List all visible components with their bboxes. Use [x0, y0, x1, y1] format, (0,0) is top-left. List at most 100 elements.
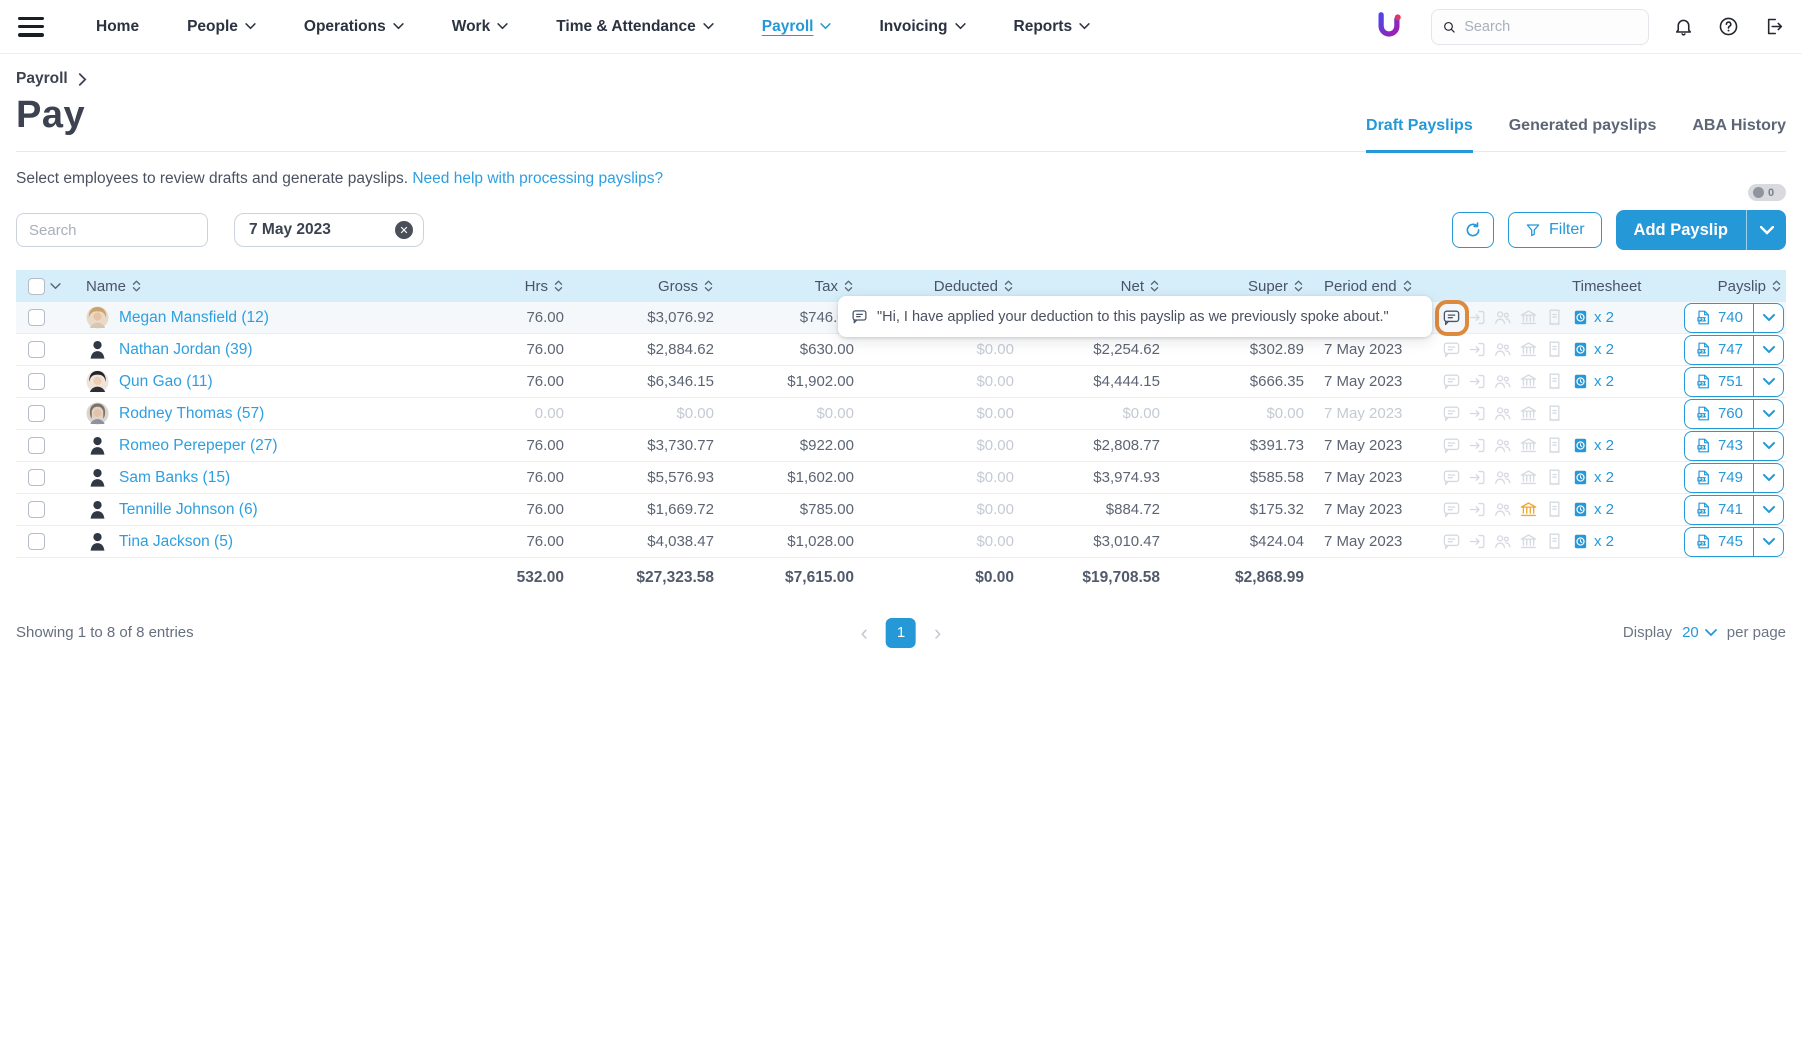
timesheet-cell[interactable]: x 2 [1564, 469, 1664, 486]
payslip-dropdown[interactable] [1753, 400, 1783, 428]
timesheet-cell[interactable]: x 2 [1564, 501, 1664, 518]
column-header-name[interactable]: Name [76, 278, 474, 295]
timesheet-cell[interactable]: x 2 [1564, 533, 1664, 550]
nav-item-operations[interactable]: Operations [304, 18, 404, 36]
comment-icon[interactable] [1442, 339, 1462, 361]
payslip-pdf-button[interactable]: 740 [1685, 304, 1753, 332]
hamburger-menu-icon[interactable] [18, 17, 44, 37]
people-icon[interactable] [1493, 339, 1513, 361]
employee-link[interactable]: Tennille Johnson (6) [119, 501, 258, 519]
receipt-icon[interactable] [1544, 531, 1564, 553]
nav-item-payroll[interactable]: Payroll [762, 18, 832, 36]
add-payslip-dropdown[interactable] [1746, 210, 1786, 250]
receipt-icon[interactable] [1544, 435, 1564, 457]
transfer-icon[interactable] [1468, 435, 1488, 457]
transfer-icon[interactable] [1468, 371, 1488, 393]
per-page-select[interactable]: 20 [1682, 624, 1717, 641]
logout-icon[interactable] [1763, 16, 1784, 37]
nav-item-people[interactable]: People [187, 18, 256, 36]
receipt-icon[interactable] [1544, 339, 1564, 361]
payslip-dropdown[interactable] [1753, 528, 1783, 556]
people-icon[interactable] [1493, 403, 1513, 425]
column-header-tax[interactable]: Tax [714, 278, 854, 295]
select-all-checkbox[interactable] [28, 278, 45, 295]
row-checkbox[interactable] [28, 309, 45, 326]
receipt-icon[interactable] [1544, 467, 1564, 489]
payslip-dropdown[interactable] [1753, 496, 1783, 524]
column-header-period-end[interactable]: Period end [1324, 278, 1436, 295]
comment-icon[interactable] [1442, 467, 1462, 489]
transfer-icon[interactable] [1468, 307, 1488, 329]
tab-aba-history[interactable]: ABA History [1692, 117, 1786, 153]
bank-icon[interactable] [1519, 307, 1539, 329]
pay-date-picker[interactable]: 7 May 2023 ✕ [234, 213, 424, 247]
employee-link[interactable]: Qun Gao (11) [119, 373, 213, 391]
next-page-icon[interactable]: › [934, 622, 941, 644]
timesheet-cell[interactable]: x 2 [1564, 373, 1664, 390]
filter-button[interactable]: Filter [1508, 212, 1602, 248]
timesheet-cell[interactable]: x 2 [1564, 341, 1664, 358]
help-link[interactable]: Need help with processing payslips? [412, 170, 663, 187]
receipt-icon[interactable] [1544, 307, 1564, 329]
transfer-icon[interactable] [1468, 339, 1488, 361]
global-search-input[interactable] [1464, 19, 1638, 35]
column-header-net[interactable]: Net [1014, 278, 1160, 295]
comment-icon[interactable] [1442, 371, 1462, 393]
receipt-icon[interactable] [1544, 371, 1564, 393]
payslip-dropdown[interactable] [1753, 464, 1783, 492]
comment-icon[interactable] [1442, 403, 1462, 425]
row-checkbox[interactable] [28, 533, 45, 550]
nav-item-time-attendance[interactable]: Time & Attendance [556, 18, 714, 36]
prev-page-icon[interactable]: ‹ [861, 622, 868, 644]
row-checkbox[interactable] [28, 437, 45, 454]
people-icon[interactable] [1493, 531, 1513, 553]
people-icon[interactable] [1493, 467, 1513, 489]
people-icon[interactable] [1493, 307, 1513, 329]
nav-item-reports[interactable]: Reports [1014, 18, 1091, 36]
employee-link[interactable]: Megan Mansfield (12) [119, 309, 269, 327]
row-checkbox[interactable] [28, 341, 45, 358]
payslip-pdf-button[interactable]: 760 [1685, 400, 1753, 428]
people-icon[interactable] [1493, 435, 1513, 457]
bell-icon[interactable] [1673, 16, 1694, 37]
payslip-dropdown[interactable] [1753, 336, 1783, 364]
receipt-icon[interactable] [1544, 499, 1564, 521]
payslip-pdf-button[interactable]: 743 [1685, 432, 1753, 460]
select-options-chevron-icon[interactable] [50, 283, 61, 290]
nav-item-work[interactable]: Work [452, 18, 508, 36]
payslip-dropdown[interactable] [1753, 304, 1783, 332]
employee-link[interactable]: Rodney Thomas (57) [119, 405, 264, 423]
timesheet-cell[interactable]: x 2 [1564, 437, 1664, 454]
row-checkbox[interactable] [28, 469, 45, 486]
breadcrumb-payroll[interactable]: Payroll [16, 70, 68, 88]
receipt-icon[interactable] [1544, 403, 1564, 425]
employee-link[interactable]: Sam Banks (15) [119, 469, 230, 487]
column-header-payslip[interactable]: Payslip [1664, 278, 1786, 295]
viewers-badge[interactable]: 0 [1748, 184, 1786, 201]
column-header-super[interactable]: Super [1160, 278, 1304, 295]
employee-link[interactable]: Tina Jackson (5) [119, 533, 233, 551]
column-header-gross[interactable]: Gross [564, 278, 714, 295]
column-header-hrs[interactable]: Hrs [474, 278, 564, 295]
nav-item-invoicing[interactable]: Invoicing [879, 18, 965, 36]
bank-icon[interactable] [1519, 339, 1539, 361]
tab-generated-payslips[interactable]: Generated payslips [1509, 117, 1657, 153]
payslip-pdf-button[interactable]: 751 [1685, 368, 1753, 396]
people-icon[interactable] [1493, 499, 1513, 521]
page-1-button[interactable]: 1 [886, 618, 916, 648]
employee-link[interactable]: Nathan Jordan (39) [119, 341, 253, 359]
tab-draft-payslips[interactable]: Draft Payslips [1366, 117, 1473, 153]
bank-icon[interactable] [1519, 371, 1539, 393]
row-checkbox[interactable] [28, 373, 45, 390]
row-checkbox[interactable] [28, 405, 45, 422]
bank-icon[interactable] [1519, 531, 1539, 553]
people-icon[interactable] [1493, 371, 1513, 393]
transfer-icon[interactable] [1468, 531, 1488, 553]
bank-icon[interactable] [1519, 403, 1539, 425]
column-header-deducted[interactable]: Deducted [854, 278, 1014, 295]
bank-icon[interactable] [1519, 467, 1539, 489]
timesheet-cell[interactable]: x 2 [1564, 309, 1664, 326]
bank-icon[interactable] [1519, 499, 1539, 521]
comment-icon[interactable] [1442, 531, 1462, 553]
help-icon[interactable] [1718, 16, 1739, 37]
